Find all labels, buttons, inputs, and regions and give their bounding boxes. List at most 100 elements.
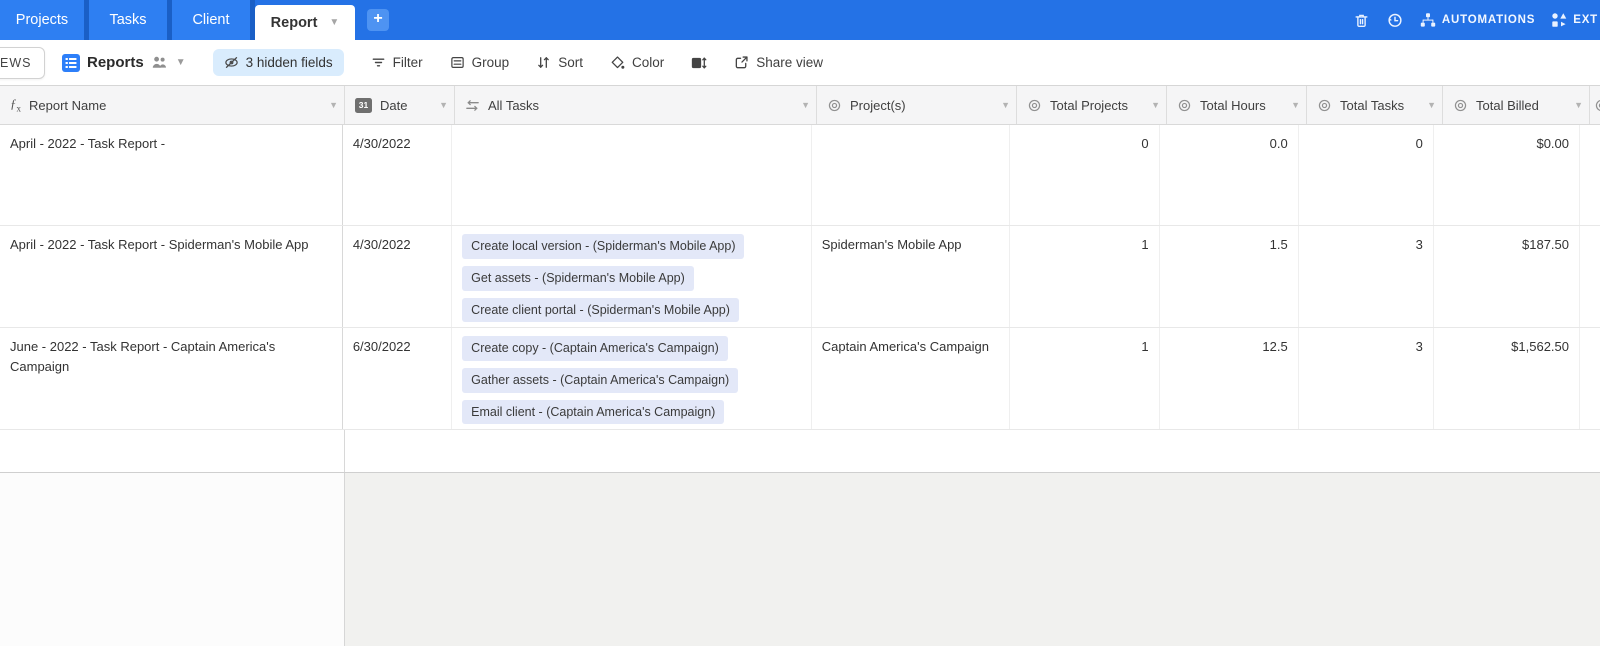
view-switcher[interactable]: Reports ▼ <box>62 54 186 72</box>
column-header-label: All Tasks <box>488 98 539 113</box>
collaborators-icon <box>151 55 169 70</box>
automations-button[interactable]: AUTOMATIONS <box>1420 12 1535 28</box>
group-label: Group <box>472 55 510 70</box>
task-chip[interactable]: Gather assets - (Captain America's Campa… <box>462 368 738 393</box>
cell-total-projects[interactable]: 1 <box>1010 226 1159 327</box>
sort-button[interactable]: Sort <box>536 55 583 70</box>
cell-partial <box>1580 125 1600 225</box>
group-button[interactable]: Group <box>450 55 510 70</box>
cell-total-billed[interactable]: $1,562.50 <box>1434 328 1580 429</box>
column-header-project-s[interactable]: Project(s) ▼ <box>817 86 1017 124</box>
cell-report-name[interactable]: April - 2022 - Task Report - <box>0 125 343 225</box>
views-sidebar-toggle[interactable]: EWS <box>0 47 45 79</box>
cell-total-projects[interactable]: 0 <box>1010 125 1159 225</box>
table-tabs: Projects Tasks Client Report ▼ <box>0 0 355 40</box>
cell-total-tasks[interactable]: 3 <box>1299 226 1434 327</box>
topbar-right-actions: AUTOMATIONS EXT <box>1353 0 1600 40</box>
trash-icon[interactable] <box>1353 12 1370 29</box>
cell-projects[interactable]: Captain America's Campaign <box>812 328 1011 429</box>
cell-tasks[interactable] <box>452 125 812 225</box>
column-header-total-billed[interactable]: Total Billed▼ <box>1443 86 1590 124</box>
column-header-label: Total Projects <box>1050 98 1128 113</box>
column-header-report-name[interactable]: ƒxReport Name▼ <box>0 86 345 124</box>
column-header-total-projects[interactable]: Total Projects ▼ <box>1017 86 1167 124</box>
extensions-button[interactable]: EXT <box>1551 12 1598 28</box>
tab-projects[interactable]: Projects <box>0 0 84 40</box>
filter-icon <box>371 55 386 70</box>
cell-projects[interactable]: Spiderman's Mobile App <box>812 226 1011 327</box>
column-header-date[interactable]: 31 Date ▼ <box>345 86 455 124</box>
table-row: April - 2022 - Task Report - Spiderman's… <box>0 226 1600 328</box>
rollup-icon <box>1594 98 1600 113</box>
cell-report-name[interactable]: June - 2022 - Task Report - Captain Amer… <box>0 328 343 429</box>
table-row: June - 2022 - Task Report - Captain Amer… <box>0 328 1600 430</box>
frozen-column-canvas[interactable] <box>0 473 345 646</box>
color-label: Color <box>632 55 664 70</box>
chevron-down-icon[interactable]: ▼ <box>176 57 186 68</box>
share-icon <box>734 55 749 70</box>
cell-total-tasks[interactable]: 3 <box>1299 328 1434 429</box>
color-button[interactable]: Color <box>610 55 664 70</box>
row-height-button[interactable] <box>691 55 707 71</box>
grid-canvas <box>345 473 1600 646</box>
cell-partial <box>1580 328 1600 429</box>
task-chip[interactable]: Get assets - (Spiderman's Mobile App) <box>462 266 694 291</box>
cell-total-billed[interactable]: $187.50 <box>1434 226 1580 327</box>
chevron-down-icon[interactable]: ▼ <box>997 100 1010 110</box>
task-chip[interactable]: Create local version - (Spiderman's Mobi… <box>462 234 744 259</box>
cell-date[interactable]: 4/30/2022 <box>343 226 452 327</box>
cell-tasks[interactable]: Create copy - (Captain America's Campaig… <box>452 328 812 429</box>
chevron-down-icon[interactable]: ▼ <box>1570 100 1583 110</box>
cell-tasks[interactable]: Create local version - (Spiderman's Mobi… <box>452 226 812 327</box>
tab-client[interactable]: Client <box>172 0 250 40</box>
cell-total-hours[interactable]: 12.5 <box>1160 328 1299 429</box>
cell-total-projects[interactable]: 1 <box>1010 328 1159 429</box>
tab-label: Tasks <box>109 12 146 28</box>
cell-total-tasks[interactable]: 0 <box>1299 125 1434 225</box>
chevron-down-icon[interactable]: ▼ <box>325 100 338 110</box>
tab-report-active[interactable]: Report ▼ <box>255 5 355 40</box>
cell-total-hours[interactable]: 0.0 <box>1160 125 1299 225</box>
history-icon[interactable] <box>1386 11 1404 29</box>
top-bar: Projects Tasks Client Report ▼ + <box>0 0 1600 40</box>
grid-header: ƒxReport Name▼31Date▼All Tasks▼Project(s… <box>0 86 1600 125</box>
column-header-total-hours[interactable]: Total Hours▼ <box>1167 86 1307 124</box>
cell-report-name[interactable] <box>0 430 345 472</box>
cell-total-billed[interactable]: $0.00 <box>1434 125 1580 225</box>
filter-button[interactable]: Filter <box>371 55 423 70</box>
task-chip[interactable]: Create client portal - (Spiderman's Mobi… <box>462 298 739 323</box>
share-view-button[interactable]: Share view <box>734 55 823 70</box>
cell-report-name[interactable]: April - 2022 - Task Report - Spiderman's… <box>0 226 343 327</box>
extensions-label: EXT <box>1573 14 1598 26</box>
empty-table-row[interactable] <box>0 430 1600 473</box>
cell-projects[interactable] <box>812 125 1011 225</box>
chevron-down-icon[interactable]: ▼ <box>329 17 339 28</box>
color-icon <box>610 55 625 70</box>
column-header-label: Date <box>380 98 407 113</box>
cell-total-hours[interactable]: 1.5 <box>1160 226 1299 327</box>
grid-empty-area <box>0 473 1600 646</box>
filter-label: Filter <box>393 55 423 70</box>
chevron-down-icon[interactable]: ▼ <box>1147 100 1160 110</box>
share-view-label: Share view <box>756 55 823 70</box>
view-name: Reports <box>87 54 144 71</box>
add-table-button[interactable]: + <box>367 9 389 31</box>
cell-date[interactable]: 6/30/2022 <box>343 328 452 429</box>
hidden-fields-icon <box>224 55 239 70</box>
column-header-label: Project(s) <box>850 98 906 113</box>
cell-date[interactable]: 4/30/2022 <box>343 125 452 225</box>
rollup-icon <box>1177 98 1192 113</box>
calendar-icon: 31 <box>355 98 372 113</box>
table-row: April - 2022 - Task Report -4/30/2022 00.… <box>0 125 1600 226</box>
task-chip[interactable]: Create copy - (Captain America's Campaig… <box>462 336 728 361</box>
task-chip[interactable]: Email client - (Captain America's Campai… <box>462 400 724 425</box>
hidden-fields-button[interactable]: 3 hidden fields <box>213 49 344 76</box>
chevron-down-icon[interactable]: ▼ <box>435 100 448 110</box>
column-header-all-tasks[interactable]: All Tasks ▼ <box>455 86 817 124</box>
column-header-total-tasks[interactable]: Total Tasks▼ <box>1307 86 1443 124</box>
chevron-down-icon[interactable]: ▼ <box>1287 100 1300 110</box>
chevron-down-icon[interactable]: ▼ <box>797 100 810 110</box>
rollup-icon <box>827 98 842 113</box>
tab-tasks[interactable]: Tasks <box>89 0 167 40</box>
chevron-down-icon[interactable]: ▼ <box>1423 100 1436 110</box>
